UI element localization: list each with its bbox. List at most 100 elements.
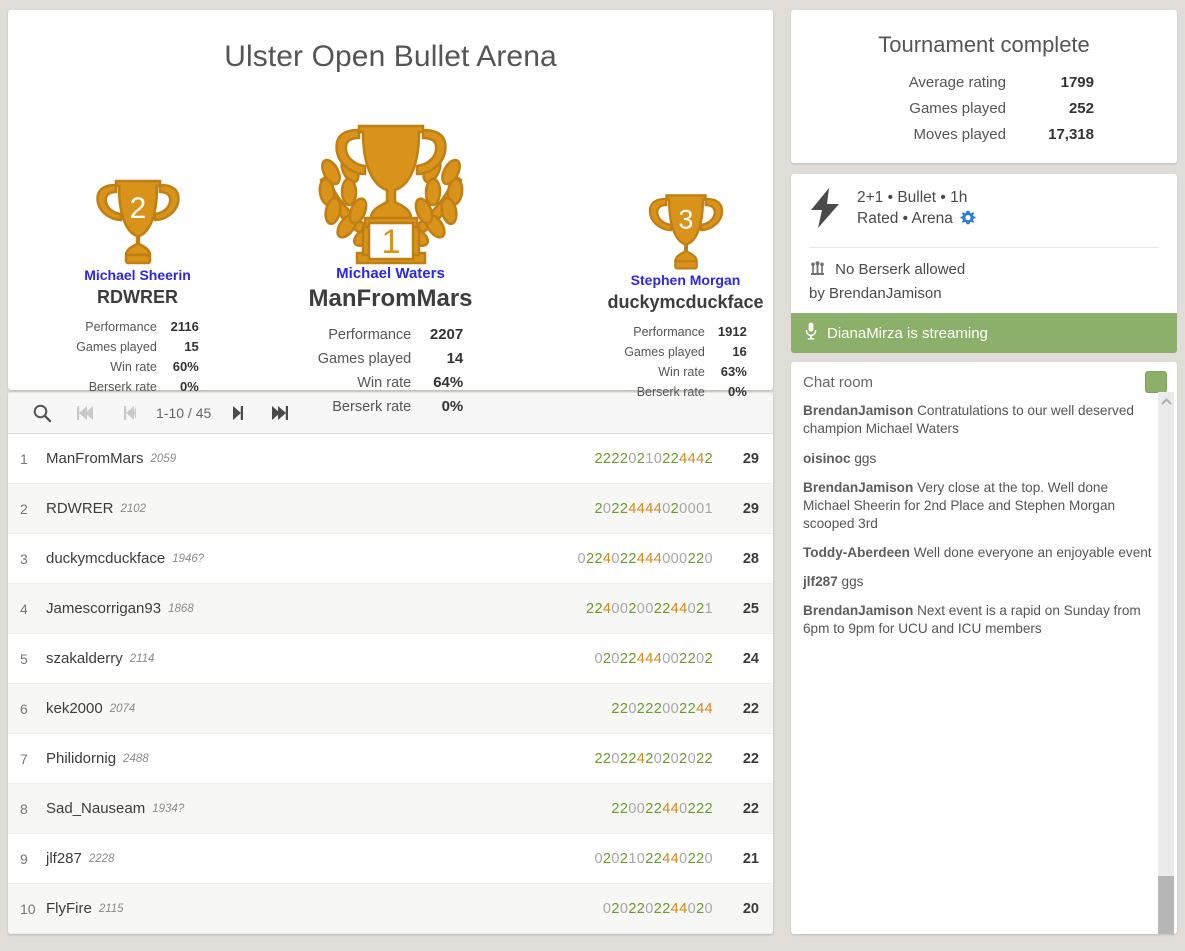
chat-username[interactable]: BrendanJamison	[803, 403, 913, 418]
chat-text: Well done everyone an enjoyable event	[914, 545, 1152, 560]
score-digit: 0	[679, 801, 687, 817]
microphone-icon	[805, 322, 817, 344]
score-digit: 2	[696, 551, 704, 567]
prev-page-icon[interactable]	[108, 393, 152, 433]
row-rating: 2102	[121, 503, 147, 515]
row-username[interactable]: Philidornig	[46, 750, 116, 767]
score-digit: 4	[679, 901, 687, 917]
chat-username[interactable]: BrendanJamison	[803, 603, 913, 618]
score-digit: 4	[654, 501, 662, 517]
score-digit: 1	[705, 601, 713, 617]
row-username[interactable]: kek2000	[46, 700, 103, 717]
score-digit: 0	[662, 701, 670, 717]
score-digit: 0	[578, 551, 586, 567]
row-username[interactable]: Sad_Nauseam	[46, 800, 145, 817]
row-username[interactable]: jlf287	[46, 850, 82, 867]
trophy-1-wrap: 1	[263, 110, 518, 265]
stat-row: Games played 15	[76, 337, 199, 357]
podium-1-username[interactable]: ManFromMars	[263, 285, 518, 314]
score-digit: 0	[628, 701, 636, 717]
stat-row: Win rate 64%	[318, 371, 464, 395]
table-row[interactable]: 6kek2000207422022200224422	[8, 684, 773, 734]
table-row[interactable]: 5szakalderry21140202244400220224	[8, 634, 773, 684]
chat-username[interactable]: BrendanJamison	[803, 480, 913, 495]
table-row[interactable]: 8Sad_Nauseam1934?22002244022222	[8, 784, 773, 834]
chat-scrollbar[interactable]	[1158, 392, 1174, 934]
score-digit: 2	[705, 801, 713, 817]
row-username[interactable]: szakalderry	[46, 650, 123, 667]
chat-username[interactable]: oisinoc	[803, 451, 851, 466]
first-page-icon[interactable]	[64, 393, 108, 433]
stat-label: Games played	[76, 338, 157, 357]
stat-row: Berserk rate 0%	[318, 395, 464, 419]
search-icon[interactable]	[20, 393, 64, 433]
score-digit: 1	[645, 451, 653, 467]
score-digit: 0	[671, 551, 679, 567]
table-row[interactable]: 4Jamescorrigan93186822400200224402125	[8, 584, 773, 634]
stat-row: Games played 16	[624, 342, 747, 362]
chat-message: BrendanJamison Next event is a rapid on …	[803, 602, 1155, 638]
stat-value: 63%	[705, 362, 747, 382]
chat-username[interactable]: jlf287	[803, 574, 838, 589]
tournament-page: Ulster Open Bullet Arena	[0, 0, 1185, 951]
score-digit: 1	[628, 851, 636, 867]
summary-value: 252	[1006, 96, 1112, 122]
gear-icon[interactable]	[960, 210, 976, 233]
score-digit: 2	[611, 901, 619, 917]
chat-toggle[interactable]	[1145, 371, 1167, 393]
table-row[interactable]: 3duckymcduckface1946?022402244400022028	[8, 534, 773, 584]
stream-banner[interactable]: DianaMirza is streaming	[791, 313, 1177, 353]
score-digit: 2	[637, 701, 645, 717]
stat-label: Berserk rate	[637, 383, 705, 402]
podium-3-username[interactable]: duckymcduckface	[588, 292, 783, 314]
podium-2-username[interactable]: RDWRER	[30, 287, 245, 309]
left-column: Ulster Open Bullet Arena	[8, 10, 773, 934]
score-digit: 0	[671, 651, 679, 667]
score-digit: 2	[654, 801, 662, 817]
table-row[interactable]: 1ManFromMars20592222021022444229	[8, 434, 773, 484]
tournament-complete-heading: Tournament complete	[791, 32, 1177, 58]
scrollbar-thumb[interactable]	[1158, 876, 1174, 934]
podium-3-realname[interactable]: Stephen Morgan	[588, 272, 783, 290]
stat-label: Games played	[318, 348, 412, 371]
row-rank: 4	[20, 601, 46, 617]
summary-value: 17,318	[1006, 122, 1112, 148]
table-row[interactable]: 9jlf28722280202102244022021	[8, 834, 773, 884]
row-scoresheet: 20224444020001	[594, 501, 713, 517]
row-rank: 1	[20, 451, 46, 467]
score-digit: 4	[705, 701, 713, 717]
leaderboard-rows: 1ManFromMars20592222021022444229 2 RDWRER 2…	[8, 434, 773, 934]
clock-line-1: 2+1 • Bullet • 1h	[857, 188, 976, 209]
clock-text: 2+1 • Bullet • 1h Rated • Arena	[857, 188, 976, 233]
stat-row: Games played 14	[318, 347, 464, 371]
row-rating: 2114	[130, 653, 155, 665]
creator-text: by BrendanJamison	[809, 283, 1159, 304]
podium-2-realname[interactable]: Michael Sheerin	[30, 267, 245, 285]
podium-1-realname[interactable]: Michael Waters	[263, 265, 518, 284]
chat-message: oisinoc ggs	[803, 450, 1155, 468]
table-row[interactable]: 7Philidornig24882202242020202222	[8, 734, 773, 784]
score-digit: 0	[637, 801, 645, 817]
scroll-up-icon[interactable]	[1158, 394, 1174, 410]
score-digit: 2	[662, 601, 670, 617]
score-digit: 2	[671, 501, 679, 517]
row-username[interactable]: RDWRER	[46, 500, 114, 517]
chat-username[interactable]: Toddy-Aberdeen	[803, 545, 910, 560]
row-username[interactable]: ManFromMars	[46, 450, 144, 467]
chat-room: Chat room BrendanJamison Contratulations…	[791, 362, 1177, 934]
next-page-icon[interactable]	[215, 393, 259, 433]
row-username[interactable]: FlyFire	[46, 900, 92, 917]
score-digit: 0	[705, 901, 713, 917]
row-username[interactable]: Jamescorrigan93	[46, 600, 161, 617]
chat-title: Chat room	[803, 374, 873, 391]
table-row[interactable]: 2RDWRER21022022444402000129	[8, 484, 773, 534]
stat-value: 16	[705, 342, 747, 362]
score-digit: 0	[679, 851, 687, 867]
row-username[interactable]: duckymcduckface	[46, 550, 165, 567]
podium-slot-2: 2 Michael Sheerin RDWRER Performance 211…	[30, 175, 245, 397]
table-row[interactable]: 10FlyFire2115020220224402020	[8, 884, 773, 934]
row-rank: 6	[20, 701, 46, 717]
score-digit: 2	[611, 501, 619, 517]
score-digit: 2	[594, 551, 602, 567]
stat-label: Performance	[328, 324, 411, 347]
